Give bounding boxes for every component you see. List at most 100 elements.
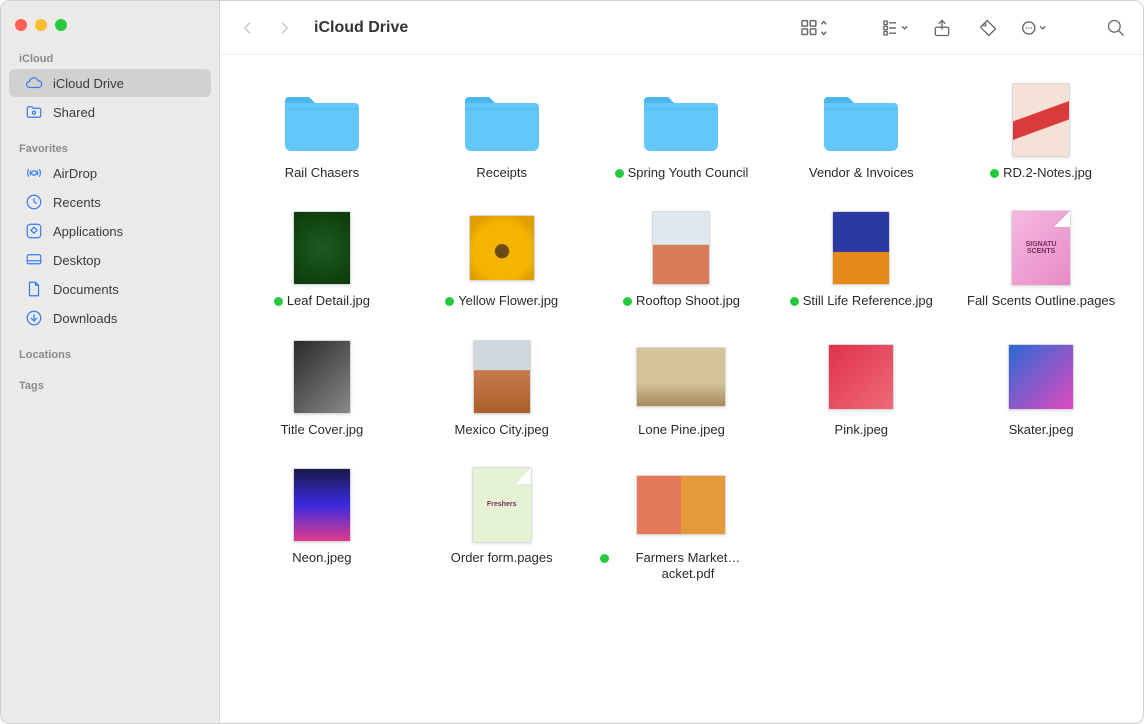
file-item[interactable]: Rail Chasers (238, 81, 406, 181)
sidebar-item-label: Recents (53, 195, 101, 210)
sidebar-item-airdrop[interactable]: AirDrop (9, 159, 211, 187)
folder-icon (456, 81, 548, 159)
file-label: Yellow Flower.jpg (458, 293, 558, 309)
share-button[interactable] (929, 17, 955, 39)
tag-dot-icon (623, 297, 632, 306)
sidebar-item-icloud-drive[interactable]: iCloud Drive (9, 69, 211, 97)
clock-icon (25, 193, 43, 211)
sidebar-item-label: Downloads (53, 311, 117, 326)
main-panel: iCloud Drive (220, 1, 1143, 723)
file-label: RD.2-Notes.jpg (1003, 165, 1092, 181)
image-thumbnail-icon (815, 209, 907, 287)
sidebar-section-header: iCloud (1, 49, 219, 68)
file-item[interactable]: Farmers Market…acket.pdf (598, 466, 766, 583)
group-by-button[interactable] (883, 17, 909, 39)
file-label: Farmers Market…acket.pdf (613, 550, 763, 583)
file-label: Vendor & Invoices (809, 165, 914, 181)
file-label: Leaf Detail.jpg (287, 293, 370, 309)
sidebar-item-documents[interactable]: Documents (9, 275, 211, 303)
image-thumbnail-icon (276, 466, 368, 544)
image-thumbnail-icon (995, 81, 1087, 159)
minimize-window-button[interactable] (35, 19, 47, 31)
nav-forward-button[interactable] (270, 14, 298, 42)
sidebar-item-label: Desktop (53, 253, 101, 268)
sidebar-section-header: Locations (1, 345, 219, 364)
file-item[interactable]: Vendor & Invoices (777, 81, 945, 181)
image-thumbnail-icon (815, 338, 907, 416)
document-icon (25, 280, 43, 298)
file-item[interactable]: Pink.jpeg (777, 338, 945, 438)
image-thumbnail-icon (276, 209, 368, 287)
file-item[interactable]: SIGNATU SCENTS Fall Scents Outline.pages (957, 209, 1125, 309)
file-item[interactable]: Receipts (418, 81, 586, 181)
close-window-button[interactable] (15, 19, 27, 31)
file-label: Lone Pine.jpeg (638, 422, 725, 438)
file-item[interactable]: Yellow Flower.jpg (418, 209, 586, 309)
file-label: Spring Youth Council (628, 165, 749, 181)
file-label: Still Life Reference.jpg (803, 293, 933, 309)
file-item[interactable]: Neon.jpeg (238, 466, 406, 583)
sidebar-item-downloads[interactable]: Downloads (9, 304, 211, 332)
sidebar-item-applications[interactable]: Applications (9, 217, 211, 245)
cloud-icon (25, 74, 43, 92)
image-thumbnail-icon (456, 338, 548, 416)
file-label: Rooftop Shoot.jpg (636, 293, 740, 309)
desktop-icon (25, 251, 43, 269)
sidebar-item-desktop[interactable]: Desktop (9, 246, 211, 274)
sidebar-item-label: iCloud Drive (53, 76, 124, 91)
file-item[interactable]: Lone Pine.jpeg (598, 338, 766, 438)
sidebar-item-label: Applications (53, 224, 123, 239)
file-item[interactable]: Mexico City.jpeg (418, 338, 586, 438)
file-item[interactable]: Title Cover.jpg (238, 338, 406, 438)
file-item[interactable]: Skater.jpeg (957, 338, 1125, 438)
file-item[interactable]: Rooftop Shoot.jpg (598, 209, 766, 309)
fullscreen-window-button[interactable] (55, 19, 67, 31)
sidebar-section-header: Favorites (1, 139, 219, 158)
sidebar-item-label: Documents (53, 282, 119, 297)
airdrop-icon (25, 164, 43, 182)
file-label: Rail Chasers (285, 165, 359, 181)
sidebar-section-header: Tags (1, 376, 219, 395)
file-item[interactable]: Spring Youth Council (598, 81, 766, 181)
tags-button[interactable] (975, 17, 1001, 39)
folder-icon (276, 81, 368, 159)
file-label: Fall Scents Outline.pages (967, 293, 1115, 309)
apps-icon (25, 222, 43, 240)
tag-dot-icon (790, 297, 799, 306)
search-button[interactable] (1103, 17, 1129, 39)
pages-document-icon: Freshers (456, 466, 548, 544)
file-item[interactable]: Still Life Reference.jpg (777, 209, 945, 309)
tag-dot-icon (600, 554, 609, 563)
sidebar: iCloud iCloud Drive Shared Favorites AirDrop… (1, 1, 220, 723)
file-label: Title Cover.jpg (281, 422, 364, 438)
tag-dot-icon (445, 297, 454, 306)
nav-back-button[interactable] (234, 14, 262, 42)
toolbar: iCloud Drive (220, 1, 1143, 55)
download-icon (25, 309, 43, 327)
location-title: iCloud Drive (314, 19, 408, 37)
file-label: Neon.jpeg (292, 550, 351, 566)
file-item[interactable]: RD.2-Notes.jpg (957, 81, 1125, 181)
file-label: Receipts (476, 165, 527, 181)
file-item[interactable]: Leaf Detail.jpg (238, 209, 406, 309)
sidebar-item-label: AirDrop (53, 166, 97, 181)
window-controls (1, 9, 219, 49)
more-actions-button[interactable] (1021, 17, 1047, 39)
file-item[interactable]: FreshersOrder form.pages (418, 466, 586, 583)
image-thumbnail-icon (456, 209, 548, 287)
image-thumbnail-icon (995, 338, 1087, 416)
sidebar-item-recents[interactable]: Recents (9, 188, 211, 216)
view-mode-icon-button[interactable] (801, 17, 827, 39)
file-label: Skater.jpeg (1009, 422, 1074, 438)
finder-window: iCloud iCloud Drive Shared Favorites AirDrop… (0, 0, 1144, 724)
tag-dot-icon (615, 169, 624, 178)
folder-icon (815, 81, 907, 159)
tag-dot-icon (990, 169, 999, 178)
folder-icon (635, 81, 727, 159)
sidebar-item-shared[interactable]: Shared (9, 98, 211, 126)
image-thumbnail-icon (635, 338, 727, 416)
pages-document-icon: SIGNATU SCENTS (995, 209, 1087, 287)
image-thumbnail-icon (635, 466, 727, 544)
shared-folder-icon (25, 103, 43, 121)
image-thumbnail-icon (635, 209, 727, 287)
